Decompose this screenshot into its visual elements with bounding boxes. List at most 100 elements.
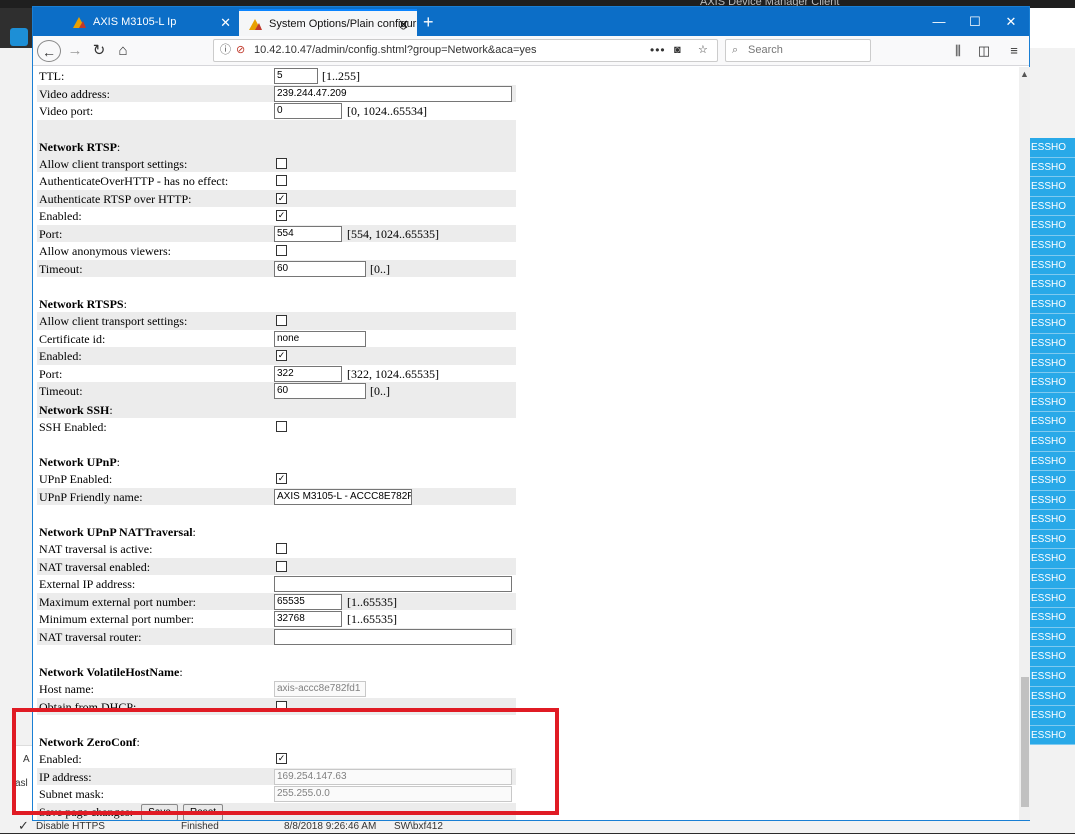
device-list-cell[interactable]: ESSHO: [1030, 686, 1075, 707]
device-list-cell[interactable]: ESSHO: [1030, 725, 1075, 746]
tab-close-icon[interactable]: ✕: [220, 9, 231, 36]
field-label: Video address:: [39, 86, 110, 101]
device-list-cell[interactable]: ESSHO: [1030, 588, 1075, 609]
reload-icon[interactable]: ↻: [89, 40, 109, 62]
device-list-cell[interactable]: ESSHO: [1030, 294, 1075, 315]
device-list-cell[interactable]: ESSHO: [1030, 471, 1075, 491]
config-row: NAT traversal is active:: [37, 540, 516, 558]
device-list-cell[interactable]: ESSHO: [1030, 157, 1075, 178]
text-input[interactable]: 65535: [274, 593, 342, 610]
checkbox-unchecked[interactable]: [276, 245, 287, 256]
device-list-cell[interactable]: ESSHO: [1030, 667, 1075, 687]
checkbox-unchecked[interactable]: [276, 157, 287, 169]
device-list-cell[interactable]: ESSHO: [1030, 490, 1075, 511]
forward-arrow-icon[interactable]: →: [65, 40, 85, 62]
site-info-icon[interactable]: ⓘ: [220, 40, 231, 61]
text-input[interactable]: [274, 576, 512, 592]
minimize-icon[interactable]: —: [921, 7, 957, 36]
device-list-cell[interactable]: ESSHO: [1030, 412, 1075, 432]
text-input[interactable]: AXIS M3105-L - ACCC8E782FI: [274, 488, 412, 505]
device-list-cell[interactable]: ESSHO: [1030, 373, 1075, 393]
device-list-cell[interactable]: ESSHO: [1030, 431, 1075, 452]
device-list-cell[interactable]: ESSHO: [1030, 569, 1075, 589]
device-list-cell[interactable]: ESSHO: [1030, 451, 1075, 472]
device-list-cell[interactable]: ESSHO: [1030, 196, 1075, 217]
checkbox-unchecked[interactable]: [276, 175, 287, 186]
device-list-cell[interactable]: ESSHO: [1030, 510, 1075, 530]
page-actions-icon[interactable]: •••: [650, 40, 666, 61]
address-bar[interactable]: ⓘ ⊘ 10.42.10.47/admin/config.shtml?group…: [213, 39, 718, 62]
vertical-scrollbar[interactable]: ▲: [1019, 67, 1030, 820]
checkbox-unchecked[interactable]: [276, 543, 287, 554]
field-label: Minimum external port number:: [39, 612, 194, 626]
config-row: AuthenticateOverHTTP - has no effect:: [37, 172, 516, 190]
text-input[interactable]: none: [274, 330, 366, 347]
text-input[interactable]: 60: [274, 383, 366, 399]
group-heading-colon: :: [109, 402, 113, 417]
device-list-cell[interactable]: ESSHO: [1030, 216, 1075, 236]
device-list-cell[interactable]: ESSHO: [1030, 529, 1075, 550]
field-label: TTL:: [39, 69, 65, 83]
checkbox-unchecked[interactable]: [276, 560, 287, 572]
text-input[interactable]: 60: [274, 260, 366, 277]
pocket-icon[interactable]: ◙: [674, 40, 681, 61]
group-heading-colon: :: [179, 665, 183, 679]
config-row: Network RTSP:: [37, 136, 516, 155]
checkbox-checked[interactable]: ✓: [276, 192, 287, 204]
text-input[interactable]: 32768: [274, 611, 342, 627]
bookmark-star-icon[interactable]: ☆: [698, 40, 708, 61]
group-heading: Network SSH:: [39, 403, 113, 418]
text-input[interactable]: 0: [274, 103, 342, 119]
device-list-cell[interactable]: ESSHO: [1030, 608, 1075, 628]
field-label: AuthenticateOverHTTP - has no effect:: [39, 174, 229, 188]
search-input[interactable]: ⌕ Search: [725, 39, 871, 62]
text-input[interactable]: 239.244.47.209: [274, 85, 512, 102]
maximize-icon[interactable]: ☐: [957, 7, 993, 36]
device-list-cell[interactable]: ESSHO: [1030, 647, 1075, 668]
close-window-icon[interactable]: ✕: [993, 7, 1029, 36]
url-text[interactable]: 10.42.10.47/admin/config.shtml?group=Net…: [254, 40, 537, 61]
back-arrow-icon[interactable]: ←: [37, 40, 61, 62]
device-list-cell[interactable]: ESSHO: [1030, 314, 1075, 334]
device-list-cell[interactable]: ESSHO: [1030, 392, 1075, 413]
tab-axis-camera[interactable]: AXIS M3105-L Ip ✕: [63, 9, 239, 36]
scroll-up-arrow-icon[interactable]: ▲: [1019, 69, 1030, 79]
checkbox-checked[interactable]: ✓: [276, 473, 287, 484]
tab-system-options[interactable]: System Options/Plain configur ✕: [239, 9, 417, 36]
insecure-lock-icon[interactable]: ⊘: [236, 40, 245, 61]
device-list-cell[interactable]: ESSHO: [1030, 333, 1075, 354]
range-hint: [1..65535]: [347, 594, 397, 609]
config-row: Port: 554 [554, 1024..65535]: [37, 224, 516, 242]
library-icon[interactable]: ⫼: [947, 40, 969, 62]
text-input[interactable]: 554: [274, 225, 342, 242]
text-input[interactable]: [274, 628, 512, 645]
home-icon[interactable]: ⌂: [113, 40, 133, 62]
menu-icon[interactable]: ≡: [1003, 40, 1025, 62]
text-input[interactable]: 322: [274, 365, 342, 382]
device-list-cell[interactable]: ESSHO: [1030, 706, 1075, 726]
text-input[interactable]: 5: [274, 68, 318, 84]
checkbox-unchecked[interactable]: [276, 315, 287, 326]
new-tab-icon[interactable]: +: [423, 9, 434, 35]
device-list-cell[interactable]: ESSHO: [1030, 138, 1075, 158]
device-list-cell[interactable]: ESSHO: [1030, 177, 1075, 197]
sidebar-icon[interactable]: ◫: [973, 40, 995, 62]
tab-close-icon[interactable]: ✕: [398, 11, 409, 36]
checkbox-checked[interactable]: ✓: [276, 210, 287, 221]
device-list-cell[interactable]: ESSHO: [1030, 275, 1075, 295]
status-user: SW\bxf412: [394, 821, 443, 832]
checkbox-unchecked[interactable]: [276, 420, 287, 432]
group-heading-colon: :: [123, 297, 127, 311]
device-list-cell[interactable]: ESSHO: [1030, 627, 1075, 648]
device-list-cell[interactable]: ESSHO: [1030, 353, 1075, 374]
range-hint: [1..255]: [322, 69, 360, 83]
device-list-cell[interactable]: ESSHO: [1030, 235, 1075, 256]
config-row: Allow anonymous viewers:: [37, 242, 516, 260]
scrollbar-thumb[interactable]: [1021, 677, 1029, 807]
device-list-cell[interactable]: ESSHO: [1030, 255, 1075, 276]
navigation-toolbar: ← → ↻ ⌂ ⓘ ⊘ 10.42.10.47/admin/config.sht…: [33, 36, 1029, 66]
config-row: Authenticate RTSP over HTTP: ✓: [37, 189, 516, 207]
device-list-cell[interactable]: ESSHO: [1030, 549, 1075, 570]
checkbox-checked[interactable]: ✓: [276, 350, 287, 361]
field-label: Port:: [39, 366, 63, 381]
